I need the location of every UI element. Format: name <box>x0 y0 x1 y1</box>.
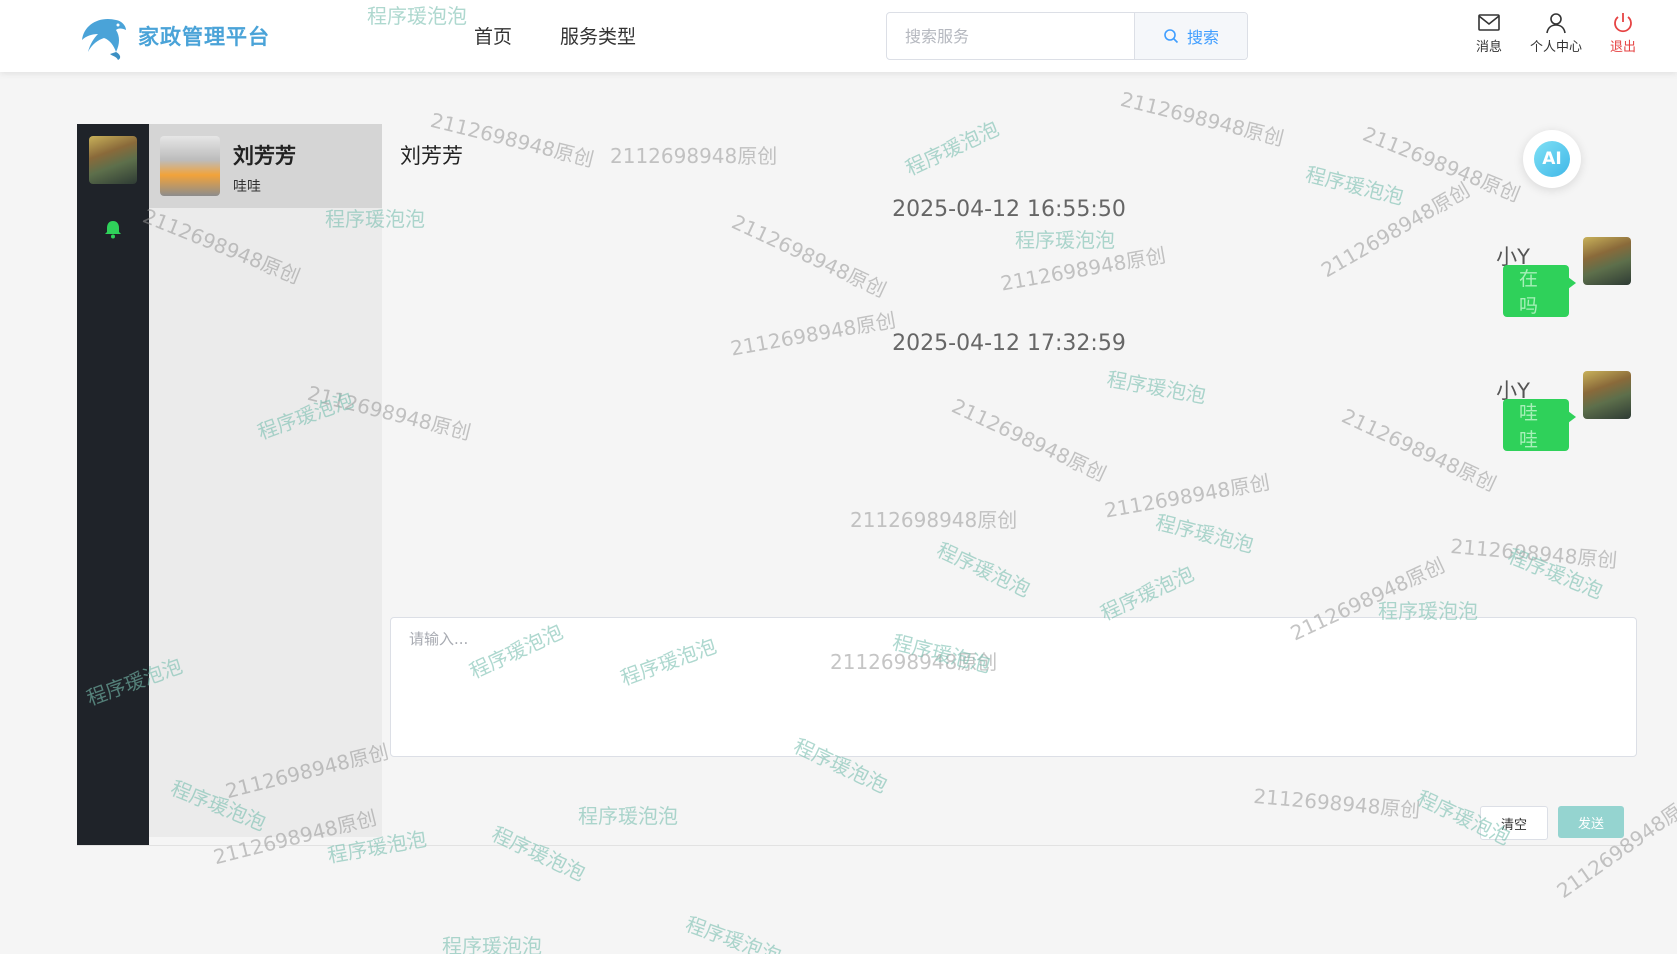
search-icon <box>1164 29 1179 44</box>
chat-title: 刘芳芳 <box>400 144 463 168</box>
mail-icon <box>1478 14 1500 31</box>
profile-button[interactable]: 个人中心 <box>1521 12 1591 55</box>
brand-name: 家政管理平台 <box>138 25 270 49</box>
ai-icon: AI <box>1534 141 1570 177</box>
message-timestamp: 2025-04-12 16:55:50 <box>892 197 1126 222</box>
message-bubble: 在吗 <box>1503 265 1576 317</box>
ai-assistant-button[interactable]: AI <box>1523 130 1581 188</box>
nav-service-types[interactable]: 服务类型 <box>560 22 636 49</box>
profile-label: 个人中心 <box>1529 40 1582 55</box>
watermark: 程序瑗泡泡 <box>442 934 542 954</box>
my-avatar[interactable] <box>89 136 137 184</box>
contact-avatar <box>160 136 220 196</box>
contact-name: 刘芳芳 <box>233 144 296 168</box>
chat-panel: 刘芳芳 哇哇 刘芳芳 AI 2025-04-12 16:55:50 小Y 在吗 … <box>77 124 1637 845</box>
message-input[interactable] <box>390 617 1637 757</box>
top-navbar: 家政管理平台 首页 服务类型 搜索 消息 个人中心 退出 <box>0 0 1677 72</box>
message-avatar <box>1583 237 1631 285</box>
contact-item[interactable]: 刘芳芳 哇哇 <box>149 124 382 208</box>
power-icon <box>1614 13 1632 33</box>
send-button[interactable]: 发送 <box>1558 806 1624 838</box>
user-icon <box>1546 13 1566 34</box>
brand[interactable]: 家政管理平台 <box>76 10 270 62</box>
clear-button[interactable]: 清空 <box>1480 806 1548 840</box>
messages-label: 消息 <box>1475 40 1502 55</box>
message-timestamp: 2025-04-12 17:32:59 <box>892 331 1126 356</box>
contact-list: 刘芳芳 哇哇 <box>149 124 382 837</box>
search-box: 搜索 <box>886 12 1248 60</box>
search-input[interactable] <box>887 13 1134 59</box>
chat-sidebar <box>77 124 149 845</box>
messages-button[interactable]: 消息 <box>1454 12 1524 55</box>
search-button-label: 搜索 <box>1186 28 1219 47</box>
logout-label: 退出 <box>1609 40 1636 55</box>
dolphin-logo-icon <box>82 18 126 60</box>
message-bubble: 哇哇 <box>1503 399 1576 451</box>
nav-home[interactable]: 首页 <box>474 22 512 49</box>
watermark: 程序瑗泡泡 <box>682 911 785 954</box>
contact-last-message: 哇哇 <box>233 179 261 195</box>
panel-divider <box>77 845 1634 846</box>
search-button[interactable]: 搜索 <box>1134 13 1247 59</box>
logout-button[interactable]: 退出 <box>1588 12 1658 55</box>
message-avatar <box>1583 371 1631 419</box>
